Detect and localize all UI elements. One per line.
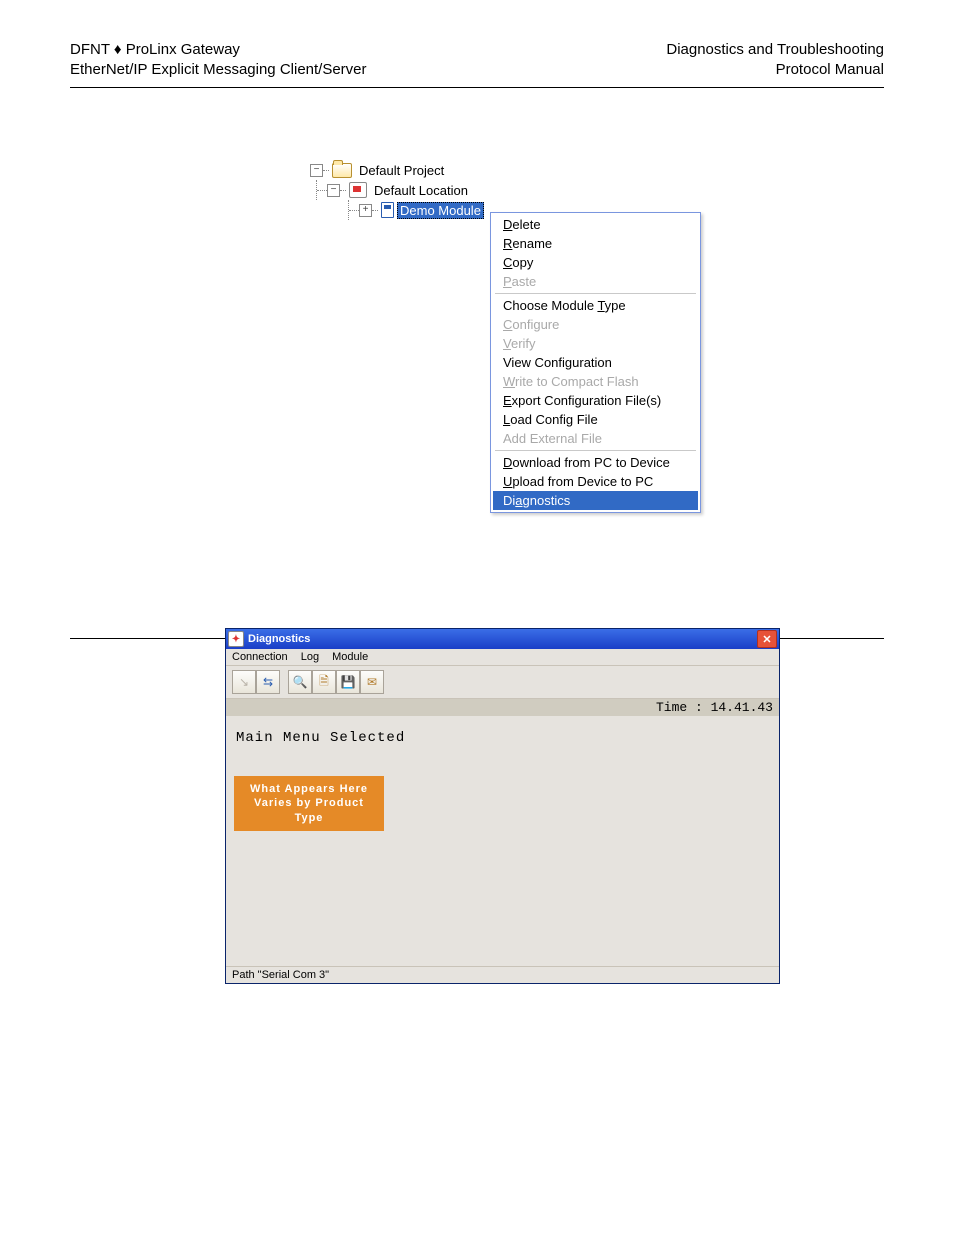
- tree-row-project[interactable]: − Default Project: [310, 160, 484, 180]
- ctx-diagnostics[interactable]: Diagnostics: [493, 491, 698, 510]
- ctx-rename[interactable]: Rename: [493, 234, 698, 253]
- ctx-write-compact-flash: Write to Compact Flash: [493, 372, 698, 391]
- collapse-icon[interactable]: −: [327, 184, 340, 197]
- toolbar-btn-zoom[interactable]: 🔍: [288, 670, 312, 694]
- terminal-area: Main Menu Selected What Appears Here Var…: [226, 716, 779, 966]
- collapse-icon[interactable]: −: [310, 164, 323, 177]
- statusbar: Path "Serial Com 3": [226, 966, 779, 983]
- terminal-line: Main Menu Selected: [236, 730, 769, 746]
- ctx-export-config[interactable]: Export Configuration File(s): [493, 391, 698, 410]
- toolbar-btn-file[interactable]: 🗎: [312, 670, 336, 694]
- menu-log[interactable]: Log: [301, 651, 319, 663]
- diagnostics-window: ✦ Diagnostics ✕ Connection Log Module ↘ …: [225, 628, 780, 984]
- ctx-paste: Paste: [493, 272, 698, 291]
- annotation-box: What Appears Here Varies by Product Type: [234, 776, 384, 831]
- ctx-upload[interactable]: Upload from Device to PC: [493, 472, 698, 491]
- ctx-choose-module-type[interactable]: Choose Module Type: [493, 296, 698, 315]
- tree-location-label: Default Location: [374, 183, 468, 198]
- page-header: DFNT ♦ ProLinx Gateway EtherNet/IP Expli…: [70, 40, 884, 81]
- toolbar-btn-2[interactable]: ⇆: [256, 670, 280, 694]
- header-rule: [70, 87, 884, 88]
- tree-row-location[interactable]: − Default Location: [310, 180, 484, 200]
- folder-icon: [332, 163, 352, 178]
- ctx-view-configuration[interactable]: View Configuration: [493, 353, 698, 372]
- project-tree: − Default Project − Default Location + D…: [310, 160, 484, 220]
- module-icon: [381, 202, 394, 218]
- titlebar: ✦ Diagnostics ✕: [226, 629, 779, 649]
- tree-row-module[interactable]: + Demo Module: [310, 200, 484, 220]
- header-left-line1: DFNT ♦ ProLinx Gateway: [70, 40, 367, 60]
- ctx-delete[interactable]: Delete: [493, 215, 698, 234]
- ctx-configure: Configure: [493, 315, 698, 334]
- ctx-load-config-file[interactable]: Load Config File: [493, 410, 698, 429]
- header-right-line1: Diagnostics and Troubleshooting: [666, 40, 884, 60]
- location-icon: [349, 182, 367, 198]
- toolbar-btn-1[interactable]: ↘: [232, 670, 256, 694]
- menu-connection[interactable]: Connection: [232, 651, 288, 663]
- header-left-line2: EtherNet/IP Explicit Messaging Client/Se…: [70, 60, 367, 80]
- toolbar-btn-save[interactable]: 💾: [336, 670, 360, 694]
- header-right-line2: Protocol Manual: [666, 60, 884, 80]
- tree-project-label: Default Project: [359, 163, 444, 178]
- menubar: Connection Log Module: [226, 649, 779, 666]
- toolbar-btn-clear[interactable]: ✉: [360, 670, 384, 694]
- context-menu: Delete Rename Copy Paste Choose Module T…: [490, 212, 701, 513]
- ctx-verify: Verify: [493, 334, 698, 353]
- toolbar: ↘ ⇆ 🔍 🗎 💾 ✉: [226, 666, 779, 699]
- ctx-copy[interactable]: Copy: [493, 253, 698, 272]
- app-icon: ✦: [228, 631, 244, 647]
- time-display: Time : 14.41.43: [226, 699, 779, 716]
- tree-module-label: Demo Module: [397, 202, 484, 219]
- ctx-add-external-file: Add External File: [493, 429, 698, 448]
- ctx-download[interactable]: Download from PC to Device: [493, 453, 698, 472]
- close-button[interactable]: ✕: [757, 630, 777, 648]
- expand-icon[interactable]: +: [359, 204, 372, 217]
- menu-module[interactable]: Module: [332, 651, 368, 663]
- window-title: Diagnostics: [248, 633, 310, 645]
